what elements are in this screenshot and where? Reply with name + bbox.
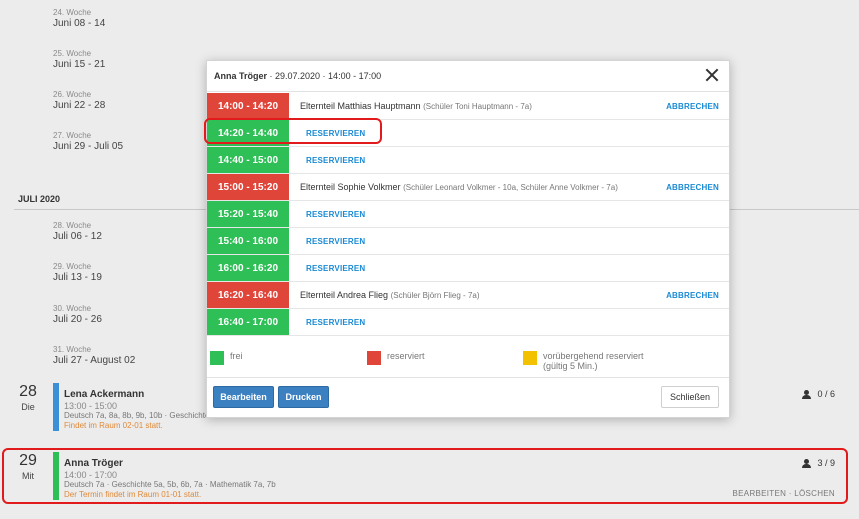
week-number: 29. Woche xyxy=(53,262,92,271)
dialog-footer: Bearbeiten Drucken Schließen xyxy=(207,377,729,417)
dialog-teacher: Anna Tröger xyxy=(214,71,268,81)
person-icon xyxy=(802,389,812,399)
week-number: 30. Woche xyxy=(53,304,92,313)
slot-row: 15:20 - 15:40 RESERVIEREN xyxy=(207,201,729,228)
legend-label: reserviert xyxy=(387,351,425,361)
week-number: 31. Woche xyxy=(53,345,92,354)
cancel-button[interactable]: ABBRECHEN xyxy=(666,102,719,111)
week-number: 25. Woche xyxy=(53,49,92,58)
edit-button[interactable]: Bearbeiten xyxy=(213,386,274,408)
week-number: 27. Woche xyxy=(53,131,92,140)
legend-temp-line2: (gültig 5 Min.) xyxy=(543,361,598,371)
day-number: 28 xyxy=(19,383,37,400)
legend-swatch xyxy=(367,351,381,365)
week-entry[interactable]: 30. Woche Juli 20 - 26 xyxy=(53,304,102,326)
week-entry[interactable]: 25. Woche Juni 15 - 21 xyxy=(53,49,105,71)
slot-booking-info: Elternteil Matthias Hauptmann (Schüler T… xyxy=(300,101,532,111)
dialog-title: Anna Tröger · 29.07.2020 · 14:00 - 17:00 xyxy=(214,71,381,81)
booking-count-value: 0 / 6 xyxy=(817,389,835,399)
week-range: Juli 20 - 26 xyxy=(53,314,102,325)
month-heading: JULI 2020 xyxy=(18,194,61,204)
reserve-button[interactable]: RESERVIEREN xyxy=(306,264,365,273)
dialog-header: Anna Tröger · 29.07.2020 · 14:00 - 17:00 xyxy=(207,61,729,92)
status-legend: frei reserviert vorübergehend reserviert… xyxy=(207,351,729,375)
appointment-time: 13:00 - 15:00 xyxy=(64,401,118,411)
legend-temporary: vorübergehend reserviert (gültig 5 Min.) xyxy=(523,351,644,371)
booking-count: 0 / 6 xyxy=(802,389,835,399)
week-range: Juni 15 - 21 xyxy=(53,59,106,70)
week-range: Juni 22 - 28 xyxy=(53,100,106,111)
dialog-date-time: · 29.07.2020 · 14:00 - 17:00 xyxy=(267,71,382,81)
reserve-button[interactable]: RESERVIEREN xyxy=(306,210,365,219)
slot-row: 14:40 - 15:00 RESERVIEREN xyxy=(207,147,729,174)
slot-time: 14:00 - 14:20 xyxy=(207,93,289,119)
legend-swatch xyxy=(523,351,537,365)
legend-free: frei xyxy=(210,351,243,365)
legend-swatch xyxy=(210,351,224,365)
reserve-button[interactable]: RESERVIEREN xyxy=(306,156,365,165)
week-entry[interactable]: 31. Woche Juli 27 - August 02 xyxy=(53,345,135,367)
reservation-dialog: Anna Tröger · 29.07.2020 · 14:00 - 17:00… xyxy=(206,60,730,418)
week-number: 26. Woche xyxy=(53,90,92,99)
week-range: Juli 27 - August 02 xyxy=(53,355,136,366)
slot-time: 15:40 - 16:00 xyxy=(207,228,289,254)
teacher-name: Lena Ackermann xyxy=(64,389,145,400)
week-number: 24. Woche xyxy=(53,8,92,17)
booking-parent: Elternteil Sophie Volkmer xyxy=(300,182,401,192)
appointment-subjects: Deutsch 7a, 8a, 8b, 9b, 10b · Geschichte xyxy=(64,411,210,420)
appointment-room: Findet im Raum 02-01 statt. xyxy=(64,421,163,430)
booking-students: (Schüler Leonard Volkmer - 10a, Schüler … xyxy=(403,183,618,192)
highlight-box-slot xyxy=(204,118,382,144)
booking-parent: Elternteil Matthias Hauptmann xyxy=(300,101,421,111)
slot-time: 15:20 - 15:40 xyxy=(207,201,289,227)
booking-students: (Schüler Toni Hauptmann - 7a) xyxy=(423,102,532,111)
slot-row: 16:40 - 17:00 RESERVIEREN xyxy=(207,309,729,336)
day-name: Die xyxy=(21,402,35,412)
week-number: 28. Woche xyxy=(53,221,92,230)
slot-row: 16:00 - 16:20 RESERVIEREN xyxy=(207,255,729,282)
slot-time: 16:20 - 16:40 xyxy=(207,282,289,308)
week-range: Juli 13 - 19 xyxy=(53,272,102,283)
appointment-color-bar xyxy=(53,383,59,431)
legend-reserved: reserviert xyxy=(367,351,425,365)
slot-row: 15:00 - 15:20 Elternteil Sophie Volkmer … xyxy=(207,174,729,201)
legend-temp-line1: vorübergehend reserviert xyxy=(543,351,644,361)
slot-row: 15:40 - 16:00 RESERVIEREN xyxy=(207,228,729,255)
cancel-button[interactable]: ABBRECHEN xyxy=(666,183,719,192)
slot-booking-info: Elternteil Andrea Flieg (Schüler Björn F… xyxy=(300,290,480,300)
legend-label: vorübergehend reserviert (gültig 5 Min.) xyxy=(543,351,644,371)
week-entry[interactable]: 29. Woche Juli 13 - 19 xyxy=(53,262,102,284)
cancel-button[interactable]: ABBRECHEN xyxy=(666,291,719,300)
slot-time: 14:40 - 15:00 xyxy=(207,147,289,173)
week-range: Juni 29 - Juli 05 xyxy=(53,141,124,152)
appointment-card[interactable]: Lena Ackermann 13:00 - 15:00 Deutsch 7a,… xyxy=(64,389,209,431)
week-entry[interactable]: 27. Woche Juni 29 - Juli 05 xyxy=(53,131,123,153)
week-entry[interactable]: 28. Woche Juli 06 - 12 xyxy=(53,221,102,243)
week-range: Juni 08 - 14 xyxy=(53,18,106,29)
slot-time: 16:00 - 16:20 xyxy=(207,255,289,281)
week-entry[interactable]: 26. Woche Juni 22 - 28 xyxy=(53,90,105,112)
print-button[interactable]: Drucken xyxy=(278,386,329,408)
highlight-box-day xyxy=(2,448,848,504)
slot-row: 14:00 - 14:20 Elternteil Matthias Hauptm… xyxy=(207,93,729,120)
week-range: Juli 06 - 12 xyxy=(53,231,102,242)
close-button[interactable]: Schließen xyxy=(661,386,719,408)
legend-label: frei xyxy=(230,351,243,361)
slot-booking-info: Elternteil Sophie Volkmer (Schüler Leona… xyxy=(300,182,618,192)
reserve-button[interactable]: RESERVIEREN xyxy=(306,318,365,327)
week-entry[interactable]: 24. Woche Juni 08 - 14 xyxy=(53,8,105,30)
booking-parent: Elternteil Andrea Flieg xyxy=(300,290,389,300)
slot-time: 16:40 - 17:00 xyxy=(207,309,289,335)
slot-row: 16:20 - 16:40 Elternteil Andrea Flieg (S… xyxy=(207,282,729,309)
close-icon[interactable] xyxy=(705,68,719,82)
booking-students: (Schüler Björn Flieg - 7a) xyxy=(390,291,480,300)
slot-time: 15:00 - 15:20 xyxy=(207,174,289,200)
reserve-button[interactable]: RESERVIEREN xyxy=(306,237,365,246)
